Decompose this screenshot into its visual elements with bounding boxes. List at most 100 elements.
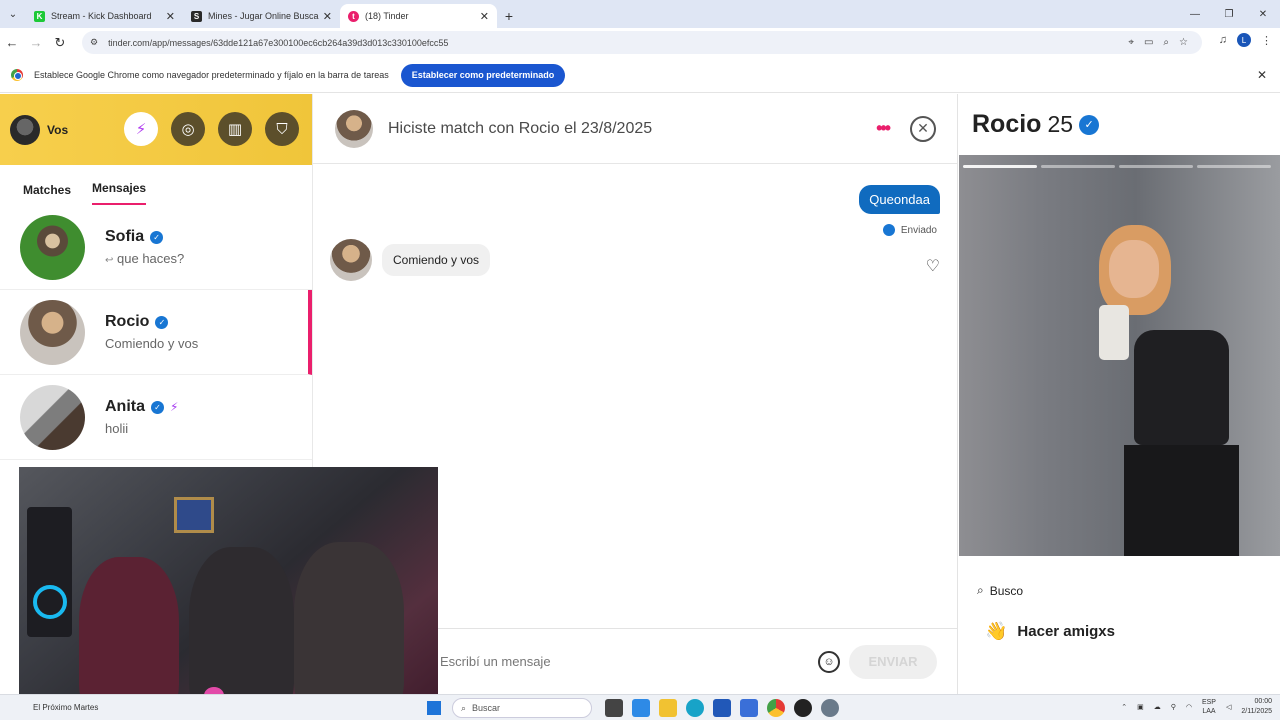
volume-icon[interactable]: ◁ bbox=[1226, 703, 1231, 711]
match-title: Hiciste match con Rocio el 23/8/2025 bbox=[388, 119, 653, 137]
webcam-overlay bbox=[19, 467, 438, 704]
boost-bolt-icon[interactable]: ⚡ bbox=[124, 112, 158, 146]
explore-compass-icon[interactable]: ◎ bbox=[171, 112, 205, 146]
network-icon[interactable]: ▣ bbox=[1137, 703, 1144, 711]
tab-title: (18) Tinder bbox=[365, 11, 409, 21]
person-figure bbox=[294, 542, 404, 704]
tab-kick[interactable]: K Stream - Kick Dashboard ✕ bbox=[26, 4, 183, 28]
profile-photo[interactable] bbox=[959, 155, 1280, 556]
close-chat-icon[interactable]: ✕ bbox=[910, 115, 936, 142]
zoom-icon[interactable]: ⌕ bbox=[1163, 37, 1169, 48]
taskbar-weather-label[interactable]: El Próximo Martes bbox=[33, 703, 98, 712]
boost-bolt-icon: ⚡ bbox=[170, 400, 179, 414]
conversation-item-sofia[interactable]: Sofia ✓ ↩ que haces? bbox=[0, 205, 312, 290]
media-controls-icon[interactable]: ♫ bbox=[1219, 34, 1227, 46]
conversation-name: Rocio bbox=[105, 313, 150, 330]
tab-search-icon[interactable]: ⌄ bbox=[0, 0, 26, 28]
site-info-icon[interactable]: ⚙ bbox=[90, 37, 98, 48]
photo-progress-segment bbox=[1119, 165, 1193, 168]
new-tab-icon[interactable]: + bbox=[497, 4, 521, 28]
tab-tinder[interactable]: t (18) Tinder ✕ bbox=[340, 4, 497, 28]
more-options-icon[interactable]: ••• bbox=[876, 118, 891, 139]
message-input[interactable] bbox=[440, 654, 800, 669]
tab-mines[interactable]: S Mines - Jugar Online Buscamin ✕ bbox=[183, 4, 340, 28]
location-icon[interactable]: ⌖ bbox=[1128, 37, 1134, 48]
obs-icon[interactable] bbox=[794, 699, 812, 717]
address-bar[interactable]: ⚙ tinder.com/app/messages/63dde121a67e30… bbox=[82, 31, 1202, 54]
cast-icon[interactable]: ▭ bbox=[1144, 37, 1153, 48]
close-tab-icon[interactable]: ✕ bbox=[166, 10, 175, 23]
tab-title: Stream - Kick Dashboard bbox=[51, 11, 152, 21]
reload-icon[interactable]: ↻ bbox=[48, 35, 72, 51]
tinder-favicon-icon: t bbox=[348, 10, 359, 22]
skirt-shape bbox=[1124, 445, 1239, 556]
safety-shield-icon[interactable]: ⛉ bbox=[265, 112, 299, 146]
edge-icon[interactable] bbox=[686, 699, 704, 717]
wifi-icon[interactable]: ◠ bbox=[1186, 703, 1192, 711]
taskbar-search[interactable]: ⌕ Buscar bbox=[452, 698, 592, 718]
conversation-preview: holii bbox=[105, 421, 129, 436]
person-figure bbox=[189, 547, 294, 704]
store-icon[interactable] bbox=[713, 699, 731, 717]
back-icon[interactable]: ← bbox=[0, 35, 24, 50]
chrome-taskbar-icon[interactable] bbox=[767, 699, 785, 717]
language-indicator[interactable]: ESP LAA bbox=[1202, 698, 1216, 716]
widgets-icon[interactable] bbox=[632, 699, 650, 717]
clock-time: 00:00 bbox=[1254, 698, 1272, 705]
reply-arrow-icon: ↩ bbox=[105, 255, 114, 266]
match-avatar[interactable] bbox=[335, 109, 373, 148]
lang-top: ESP bbox=[1201, 699, 1216, 706]
send-button[interactable]: ENVIAR bbox=[849, 644, 937, 679]
close-tab-icon[interactable]: ✕ bbox=[480, 10, 489, 23]
like-heart-icon[interactable]: ♡ bbox=[926, 256, 940, 276]
conversation-item-anita[interactable]: Anita ✓ ⚡ holii bbox=[0, 375, 312, 460]
profile-header: Rocio 25 ✓ bbox=[959, 94, 1280, 155]
set-default-button[interactable]: Establecer como predeterminado bbox=[400, 63, 566, 87]
photo-progress-segment bbox=[1041, 165, 1115, 168]
task-view-icon[interactable] bbox=[605, 699, 623, 717]
tab-title: Mines - Jugar Online Buscamin bbox=[208, 11, 319, 21]
menu-kebab-icon[interactable]: ⋮ bbox=[1261, 34, 1272, 47]
outfit-shape bbox=[1134, 330, 1229, 445]
cloud-icon[interactable]: ☁ bbox=[1154, 703, 1161, 711]
looking-for: ⌕ Busco bbox=[977, 583, 1023, 598]
lang-bottom: LAA bbox=[1202, 708, 1216, 715]
infobar-close-icon[interactable]: ✕ bbox=[1257, 68, 1267, 82]
restore-icon[interactable]: ❐ bbox=[1212, 0, 1246, 28]
emoji-icon[interactable]: ☺ bbox=[818, 650, 840, 673]
profile-name: Rocio bbox=[972, 110, 1042, 138]
profile-avatar[interactable]: L bbox=[1237, 33, 1251, 47]
sent-status: Enviado bbox=[882, 224, 937, 236]
windows-start-icon[interactable] bbox=[427, 701, 441, 715]
forward-icon[interactable]: → bbox=[24, 35, 48, 50]
conversation-item-rocio[interactable]: Rocio ✓ Comiendo y vos bbox=[0, 290, 312, 375]
app-icon[interactable] bbox=[740, 699, 758, 717]
my-avatar[interactable] bbox=[10, 114, 40, 145]
search-icon: ⌕ bbox=[977, 583, 984, 597]
avatar bbox=[20, 384, 85, 450]
tab-messages[interactable]: Mensajes bbox=[92, 181, 147, 205]
infobar-text: Establece Google Chrome como navegador p… bbox=[34, 70, 389, 80]
chat-header: Hiciste match con Rocio el 23/8/2025 •••… bbox=[313, 94, 957, 164]
verified-badge-icon: ✓ bbox=[151, 400, 164, 414]
close-window-icon[interactable]: ✕ bbox=[1246, 0, 1280, 28]
search-icon: ⌕ bbox=[461, 702, 467, 713]
verified-badge-icon: ✓ bbox=[1079, 114, 1100, 135]
chrome-logo-icon bbox=[11, 69, 23, 81]
bookmark-star-icon[interactable]: ☆ bbox=[1179, 37, 1188, 48]
minimize-icon[interactable]: — bbox=[1178, 0, 1212, 28]
sidebar-tabs: Matches Mensajes bbox=[0, 165, 312, 205]
conversation-preview: Comiendo y vos bbox=[105, 336, 199, 351]
close-tab-icon[interactable]: ✕ bbox=[323, 10, 332, 23]
profile-panel: Rocio 25 ✓ ⌕ Busco 👋 Hacer amigxs bbox=[959, 94, 1280, 694]
system-tray: ⌃ ▣ ☁ ⚲ ◠ ESP LAA ◁ 00:00 2/11/2025 bbox=[1121, 697, 1272, 717]
photo-progress-segment bbox=[963, 165, 1037, 168]
file-explorer-icon[interactable] bbox=[659, 699, 677, 717]
clock[interactable]: 00:00 2/11/2025 bbox=[1241, 697, 1272, 717]
tab-matches[interactable]: Matches bbox=[23, 183, 71, 205]
settings-gear-icon[interactable] bbox=[821, 699, 839, 717]
tray-chevron-icon[interactable]: ⌃ bbox=[1121, 703, 1127, 711]
my-profile-label[interactable]: Vos bbox=[47, 123, 68, 137]
usb-icon[interactable]: ⚲ bbox=[1171, 703, 1176, 711]
travel-suitcase-icon[interactable]: ▥ bbox=[218, 112, 252, 146]
